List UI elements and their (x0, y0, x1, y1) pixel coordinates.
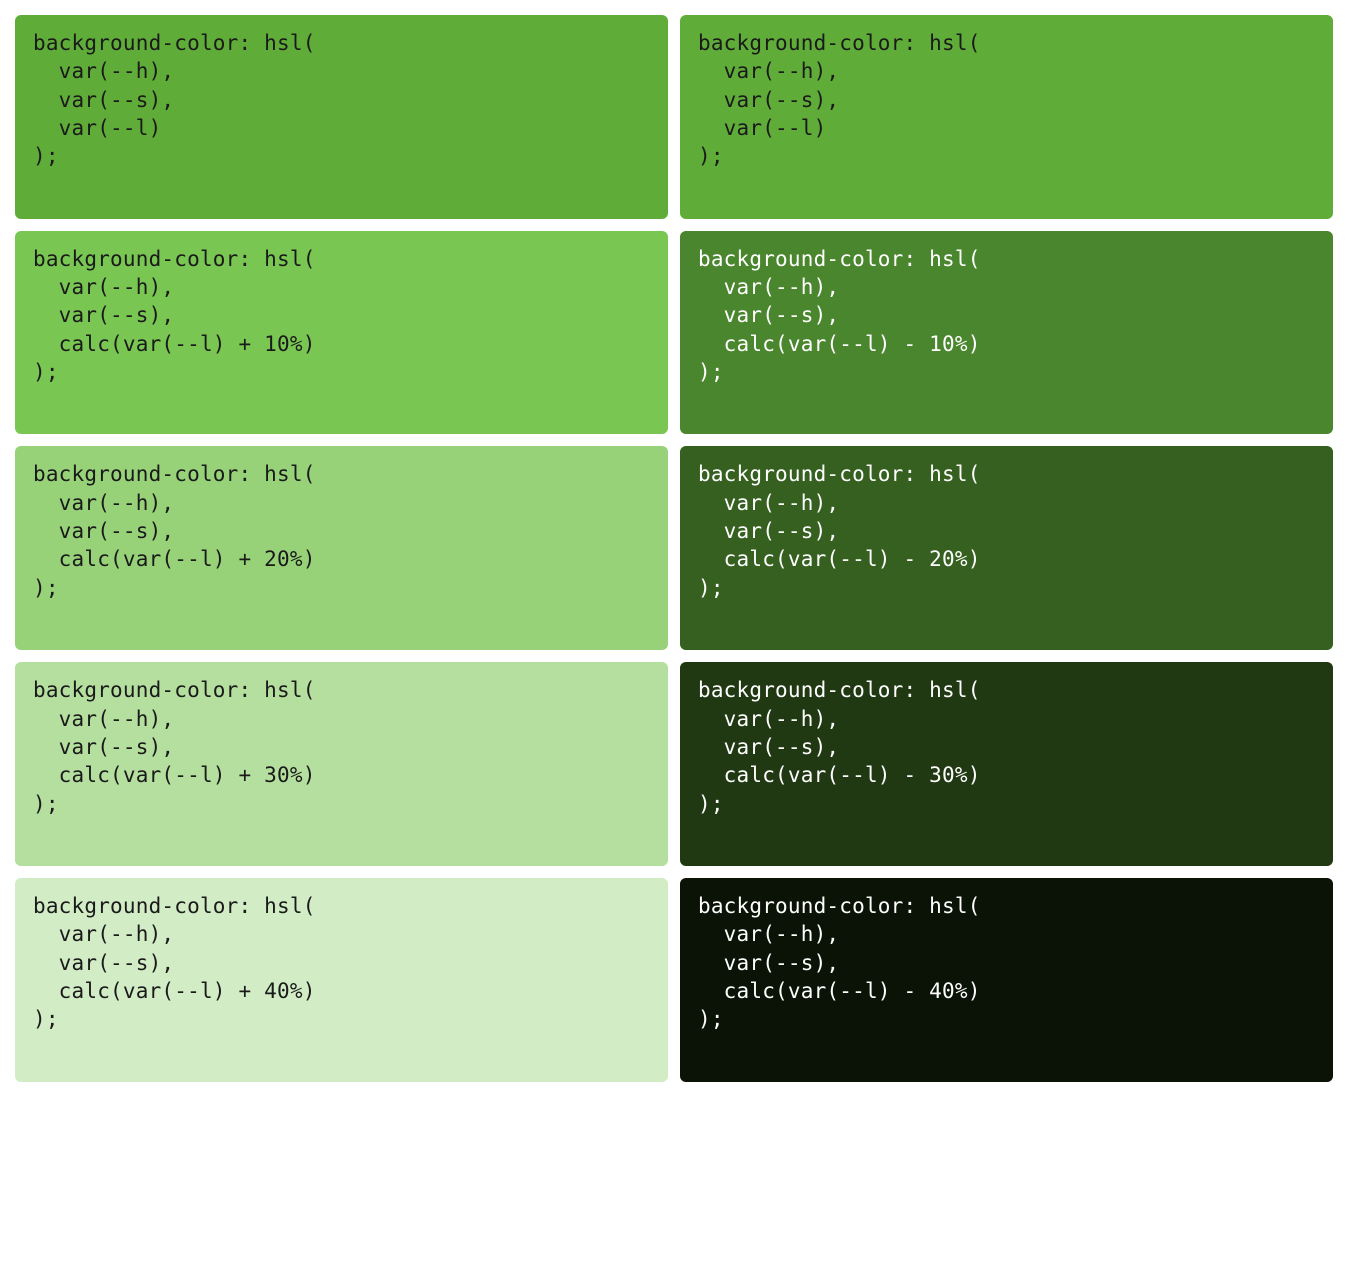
swatch-code: background-color: hsl( var(--h), var(--s… (33, 894, 316, 1031)
swatch-code: background-color: hsl( var(--h), var(--s… (698, 247, 981, 384)
swatch-base-left: background-color: hsl( var(--h), var(--s… (15, 15, 668, 219)
swatch-code: background-color: hsl( var(--h), var(--s… (33, 247, 316, 384)
swatch-code: background-color: hsl( var(--h), var(--s… (698, 894, 981, 1031)
swatch-plus-30: background-color: hsl( var(--h), var(--s… (15, 662, 668, 866)
swatch-minus-30: background-color: hsl( var(--h), var(--s… (680, 662, 1333, 866)
swatch-code: background-color: hsl( var(--h), var(--s… (698, 31, 981, 168)
swatch-code: background-color: hsl( var(--h), var(--s… (33, 31, 316, 168)
swatch-minus-40: background-color: hsl( var(--h), var(--s… (680, 878, 1333, 1082)
swatch-grid: background-color: hsl( var(--h), var(--s… (15, 15, 1333, 1082)
swatch-base-right: background-color: hsl( var(--h), var(--s… (680, 15, 1333, 219)
swatch-plus-40: background-color: hsl( var(--h), var(--s… (15, 878, 668, 1082)
swatch-code: background-color: hsl( var(--h), var(--s… (698, 678, 981, 815)
swatch-code: background-color: hsl( var(--h), var(--s… (698, 462, 981, 599)
swatch-plus-20: background-color: hsl( var(--h), var(--s… (15, 446, 668, 650)
swatch-code: background-color: hsl( var(--h), var(--s… (33, 462, 316, 599)
swatch-minus-10: background-color: hsl( var(--h), var(--s… (680, 231, 1333, 435)
swatch-plus-10: background-color: hsl( var(--h), var(--s… (15, 231, 668, 435)
swatch-minus-20: background-color: hsl( var(--h), var(--s… (680, 446, 1333, 650)
swatch-code: background-color: hsl( var(--h), var(--s… (33, 678, 316, 815)
